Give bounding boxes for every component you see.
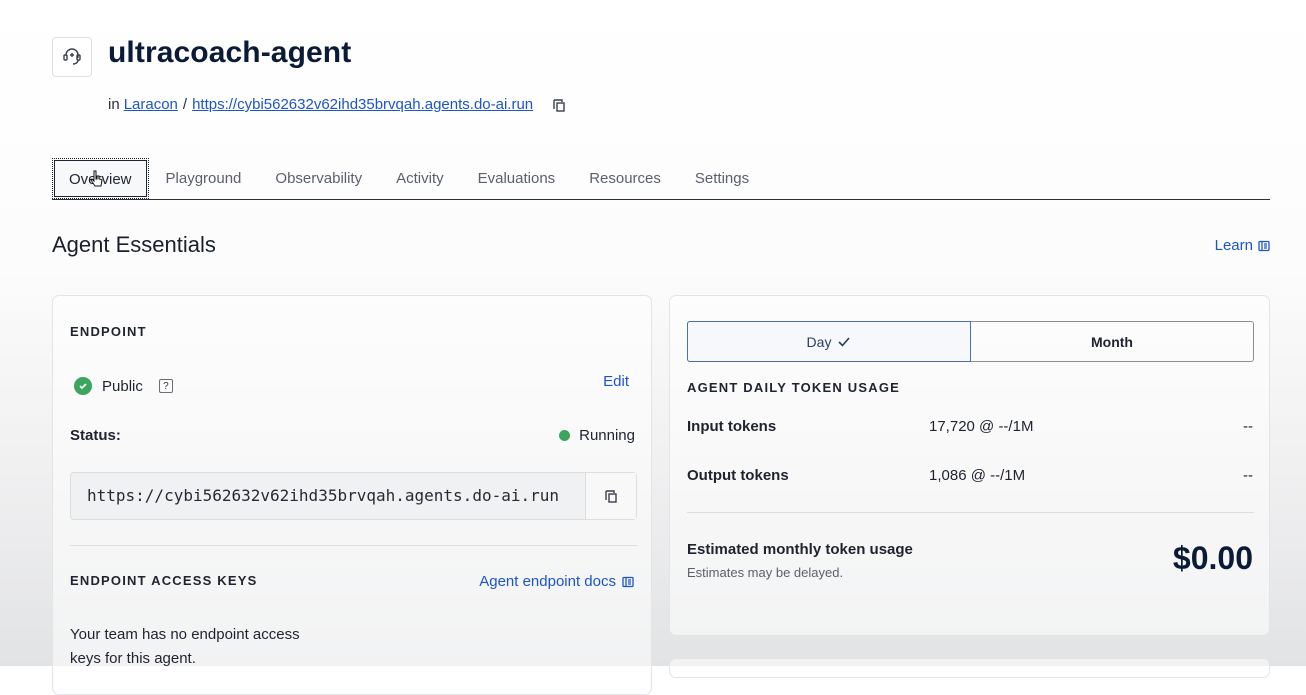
tab-playground[interactable]: Playground <box>149 158 259 199</box>
estimate-note: Estimates may be delayed. <box>687 565 844 580</box>
edit-button[interactable]: Edit <box>603 373 629 390</box>
mouse-cursor-icon <box>90 170 103 187</box>
input-tokens-cost: -- <box>1243 418 1253 435</box>
checkmark-icon <box>838 336 851 347</box>
tab-bar: Overview Playground Observability Activi… <box>52 158 1270 200</box>
output-tokens-value: 1,086 @ --/1M <box>929 467 1026 484</box>
learn-label: Learn <box>1214 237 1253 254</box>
section-title: Agent Essentials <box>52 232 216 257</box>
learn-link[interactable]: Learn <box>1215 237 1270 254</box>
breadcrumb-separator: / <box>182 96 188 113</box>
tab-resources[interactable]: Resources <box>572 158 678 199</box>
status-value: Running <box>579 427 635 444</box>
divider <box>687 512 1254 513</box>
page-title: ultracoach-agent <box>108 36 352 69</box>
book-icon <box>1258 240 1270 251</box>
agent-url-link[interactable]: https://cybi562632v62ihd35brvqah.agents.… <box>192 96 533 113</box>
day-label: Day <box>806 333 832 350</box>
book-icon <box>622 576 634 587</box>
input-tokens-label: Input tokens <box>687 418 777 435</box>
next-card <box>669 658 1270 678</box>
period-toggle: Day Month <box>687 321 1254 362</box>
copy-icon <box>605 490 617 503</box>
input-tokens-value: 17,720 @ --/1M <box>929 418 1034 435</box>
tab-settings[interactable]: Settings <box>678 158 766 199</box>
visibility-row: Public ? <box>74 377 173 395</box>
daily-usage-heading: AGENT DAILY TOKEN USAGE <box>687 380 901 395</box>
output-tokens-label: Output tokens <box>687 467 789 484</box>
token-usage-card: Day Month AGENT DAILY TOKEN USAGE Input … <box>669 295 1270 636</box>
tab-evaluations[interactable]: Evaluations <box>461 158 573 199</box>
help-icon[interactable]: ? <box>158 379 173 393</box>
day-toggle-button[interactable]: Day <box>687 321 971 362</box>
visibility-label: Public <box>102 377 143 395</box>
endpoint-card: ENDPOINT Public ? Edit Status: Running h… <box>52 295 652 695</box>
estimate-value: $0.00 <box>1172 540 1253 576</box>
breadcrumb-prefix: in <box>108 96 120 113</box>
endpoint-heading: ENDPOINT <box>70 324 147 339</box>
endpoint-url-field: https://cybi562632v62ihd35brvqah.agents.… <box>70 472 637 520</box>
copy-icon[interactable] <box>551 97 567 113</box>
endpoint-docs-link[interactable]: Agent endpoint docs <box>479 573 634 590</box>
month-toggle-button[interactable]: Month <box>971 322 1253 361</box>
breadcrumb: in Laracon / https://cybi562632v62ihd35b… <box>108 96 567 113</box>
status-label: Status: <box>70 427 121 444</box>
status-dot-icon <box>559 430 571 441</box>
endpoint-docs-label: Agent endpoint docs <box>479 573 616 590</box>
output-tokens-cost: -- <box>1243 467 1253 484</box>
copy-url-button[interactable] <box>586 473 636 519</box>
endpoint-url-text[interactable]: https://cybi562632v62ihd35brvqah.agents.… <box>71 473 586 519</box>
workspace-link[interactable]: Laracon <box>124 96 178 113</box>
status-badge: Running <box>559 427 635 444</box>
no-keys-message-line2: keys for this agent. <box>70 650 196 667</box>
no-keys-message-line1: Your team has no endpoint access <box>70 626 300 643</box>
check-circle-icon <box>74 377 92 395</box>
agent-icon <box>52 37 92 77</box>
access-keys-heading: ENDPOINT ACCESS KEYS <box>70 573 258 588</box>
tab-observability[interactable]: Observability <box>258 158 379 199</box>
divider <box>70 545 637 546</box>
tab-activity[interactable]: Activity <box>379 158 461 199</box>
estimate-label: Estimated monthly token usage <box>687 541 913 558</box>
